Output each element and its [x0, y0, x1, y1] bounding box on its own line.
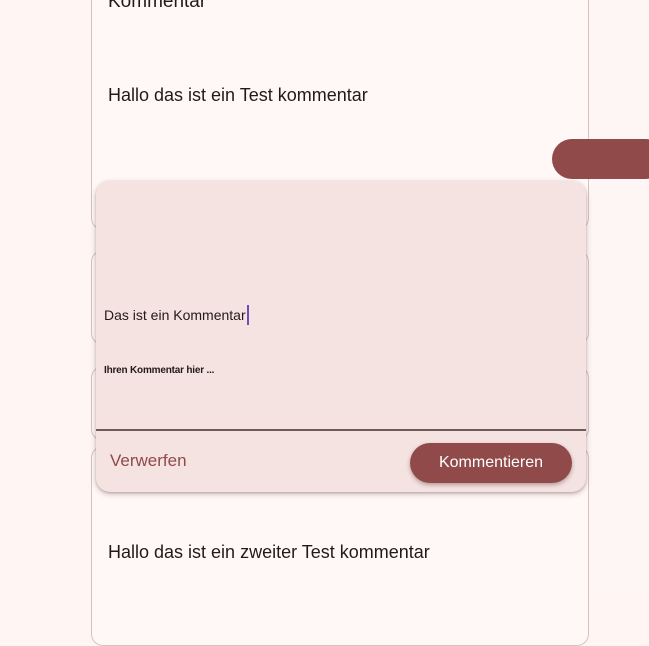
- comment-input[interactable]: Das ist ein Kommentar Ihren Kommentar hi…: [96, 181, 586, 431]
- submit-comment-button[interactable]: Kommentieren: [410, 443, 572, 483]
- discard-button[interactable]: Verwerfen: [102, 443, 195, 479]
- comment-text: Hallo das ist ein Test kommentar: [108, 85, 368, 105]
- comment-text: Hallo das ist ein zweiter Test kommentar: [108, 542, 430, 562]
- comment-input-hint: Ihren Kommentar hier ...: [104, 365, 215, 376]
- comment-dialog: Das ist ein Kommentar Ihren Kommentar hi…: [96, 181, 586, 492]
- text-caret: [246, 305, 249, 325]
- comment-input-value[interactable]: Das ist ein Kommentar: [104, 305, 249, 325]
- comment-input-text: Das ist ein Kommentar: [104, 307, 246, 323]
- page-background: [590, 0, 649, 591]
- comment-action-button[interactable]: [552, 139, 649, 179]
- comment-title: Kommentar: [108, 0, 207, 12]
